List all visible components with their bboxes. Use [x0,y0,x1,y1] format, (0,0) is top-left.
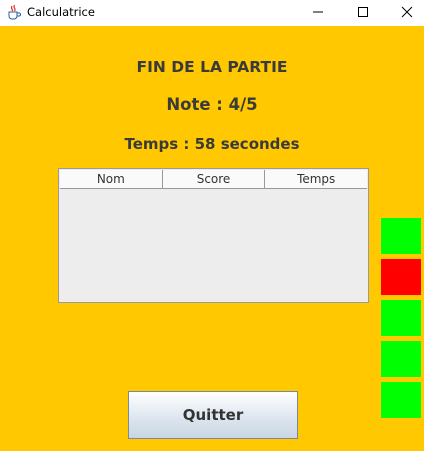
close-button[interactable] [384,0,424,24]
close-icon [401,6,413,18]
answer-indicator [381,341,421,377]
maximize-icon [358,7,368,17]
maximize-button[interactable] [340,0,386,24]
answer-indicator [381,218,421,254]
end-title: FIN DE LA PARTIE [136,58,288,76]
score-label: Note : 4/5 [166,95,258,114]
answer-indicator [381,382,421,418]
window-title: Calculatrice [27,5,95,19]
minimize-icon [313,11,323,13]
quit-button[interactable]: Quitter [128,391,298,439]
game-over-panel: FIN DE LA PARTIE Note : 4/5 Temps : 58 s… [0,26,424,451]
scores-table[interactable]: Nom Score Temps [58,168,369,303]
column-header-name[interactable]: Nom [60,170,163,188]
column-header-score[interactable]: Score [163,170,266,188]
time-label: Temps : 58 secondes [124,135,300,153]
table-header: Nom Score Temps [60,170,367,189]
answer-indicator [381,259,421,295]
column-header-time[interactable]: Temps [265,170,367,188]
answer-indicator [381,300,421,336]
minimize-button[interactable] [295,0,341,24]
title-bar: Calculatrice [0,0,424,26]
java-cup-icon [6,4,22,20]
